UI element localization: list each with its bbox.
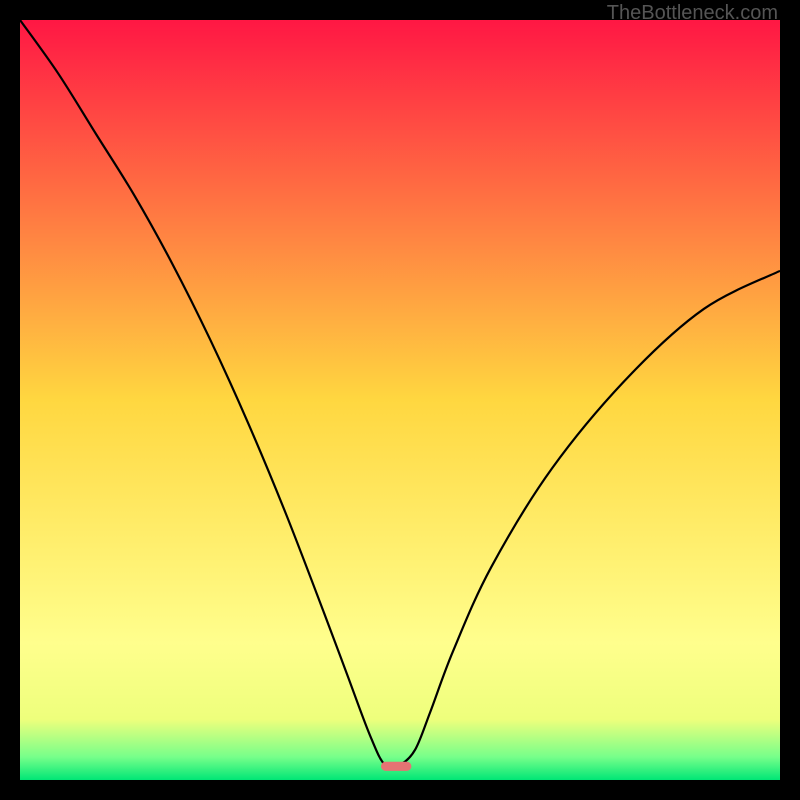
marker-pill — [381, 762, 411, 771]
chart-svg — [20, 20, 780, 780]
plot-area — [20, 20, 780, 780]
gradient-background — [20, 20, 780, 780]
chart-container: TheBottleneck.com — [0, 0, 800, 800]
